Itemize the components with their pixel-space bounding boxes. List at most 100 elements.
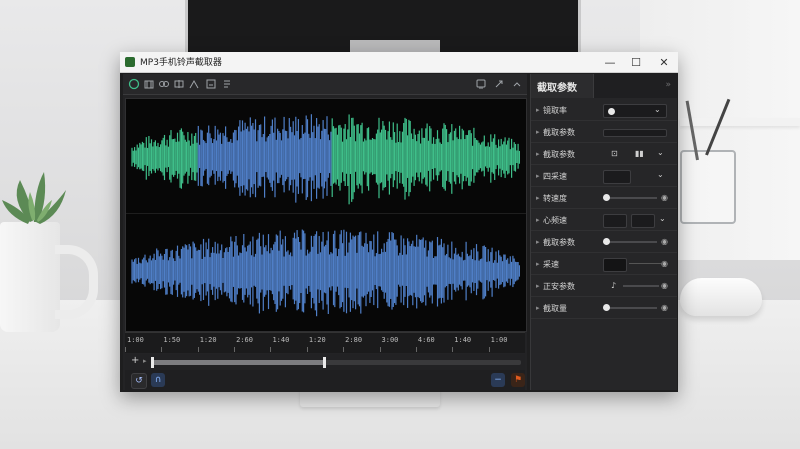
param-value-box[interactable] (603, 170, 631, 184)
collapse-icon[interactable] (511, 78, 523, 90)
param-row[interactable]: ▸ 转速度 ◉ (531, 188, 677, 209)
merge-icon[interactable] (158, 78, 170, 90)
pin-icon[interactable] (493, 78, 505, 90)
close-button[interactable]: ✕ (650, 52, 678, 72)
time-tick-label: 1:20 (308, 336, 326, 344)
eye-icon[interactable]: ◉ (661, 259, 668, 268)
param-slider[interactable] (623, 285, 659, 287)
row-bullet-icon: ▸ (536, 282, 540, 290)
time-tick-mark (234, 347, 236, 352)
slider-knob[interactable] (603, 238, 610, 245)
param-slider[interactable] (603, 194, 657, 201)
panel-title: 截取参数 (537, 83, 577, 94)
time-tick-mark (197, 347, 199, 352)
chevron-down-icon: ⌄ (654, 105, 661, 114)
param-row[interactable]: ▸ 截取参数 ⊡ ▮▮ ⌄ (531, 144, 677, 165)
list-icon[interactable] (221, 78, 233, 90)
row-bullet-icon: ▸ (536, 128, 540, 136)
param-row[interactable]: ▸ 四采速 ⌄ (531, 166, 677, 187)
app-window: MP3手机铃声截取器 — ☐ ✕ 1:00 1:50 1:20 2:60 1:40 1:2… (120, 52, 678, 392)
chevron-down-icon[interactable]: ⌄ (657, 170, 664, 179)
eye-icon[interactable]: ◉ (661, 237, 668, 246)
panel-header: 截取参数 » (531, 74, 677, 98)
eye-icon[interactable]: ◉ (661, 281, 668, 290)
playback-progress-fill (151, 360, 325, 365)
time-tick-mark (488, 347, 490, 352)
param-label: 心频速 (543, 216, 567, 225)
waveform-area[interactable] (125, 98, 527, 332)
time-tick-label: 1:40 (272, 336, 290, 344)
scrub-row: + ▸ (125, 354, 525, 370)
eye-icon[interactable]: ◉ (661, 303, 668, 312)
param-label: 四采速 (543, 172, 567, 181)
param-slider[interactable] (603, 238, 657, 245)
param-row[interactable]: ▸ 镜取率 ⌄ (531, 100, 677, 121)
marker-flag-icon[interactable]: ⚑ (511, 373, 525, 387)
time-ruler[interactable]: 1:00 1:50 1:20 2:60 1:40 1:20 2:80 3:00 4:60 1:40… (125, 332, 525, 353)
pen-cup (680, 150, 736, 224)
window-title: MP3手机铃声截取器 (140, 58, 222, 68)
export-icon[interactable] (205, 78, 217, 90)
slider-knob[interactable] (603, 194, 610, 201)
time-tick-mark (415, 347, 417, 352)
param-value-box[interactable] (603, 258, 627, 272)
chevron-down-icon[interactable]: ⌄ (659, 214, 666, 223)
minimize-button[interactable]: — (596, 52, 624, 72)
cut-icon[interactable] (143, 78, 155, 90)
param-row[interactable]: ▸ 截取量 ◉ (531, 298, 677, 319)
title-bar: MP3手机铃声截取器 — ☐ ✕ (120, 52, 678, 73)
param-icon-box[interactable] (631, 214, 655, 228)
param-label: 截取参数 (543, 128, 575, 137)
selection-end-handle[interactable] (322, 357, 326, 368)
time-tick-mark (343, 347, 345, 352)
editor-toolbar (123, 74, 527, 95)
waveform-editor: 1:00 1:50 1:20 2:60 1:40 1:20 2:80 3:00 4:60 1:40… (123, 74, 527, 390)
zoom-out-icon[interactable]: − (491, 373, 505, 387)
row-bullet-icon: ▸ (536, 238, 540, 246)
bottom-toolbar: ↺ ∩ − ⚑ (125, 370, 525, 390)
param-row[interactable]: ▸ 截取参数 (531, 122, 677, 143)
param-row[interactable]: ▸ 采速 ◉ (531, 254, 677, 275)
param-row[interactable]: ▸ 心频速 ⌄ (531, 210, 677, 231)
row-bullet-icon: ▸ (536, 260, 540, 268)
param-dropdown[interactable]: ⌄ (603, 104, 667, 118)
loop-icon[interactable]: ↺ (131, 373, 147, 389)
param-label: 镜取率 (543, 106, 567, 115)
note-icon[interactable]: ♪ (611, 281, 616, 290)
bars-icon[interactable]: ▮▮ (635, 149, 644, 158)
marker-arrow-icon: ▸ (143, 357, 147, 365)
split-icon[interactable] (173, 78, 185, 90)
param-row[interactable]: ▸ 截取参数 ◉ (531, 232, 677, 253)
time-tick-mark (452, 347, 454, 352)
param-row[interactable]: ▸ 正安参数 ♪ ◉ (531, 276, 677, 297)
settings-icon[interactable] (475, 78, 487, 90)
time-tick-mark (125, 347, 126, 352)
selection-start-handle[interactable] (151, 357, 154, 368)
param-label: 截取参数 (543, 150, 575, 159)
time-tick-label: 1:00 (490, 336, 508, 344)
param-label: 正安参数 (543, 282, 575, 291)
time-tick-mark (161, 347, 163, 352)
panel-collapse-icon[interactable]: » (665, 80, 671, 90)
maximize-button[interactable]: ☐ (622, 52, 650, 72)
add-marker-button[interactable]: + (131, 355, 139, 366)
param-icon-box[interactable] (603, 214, 627, 228)
chevron-down-icon[interactable]: ⌄ (657, 148, 664, 157)
screen-icon[interactable]: ⊡ (611, 149, 618, 158)
row-bullet-icon: ▸ (536, 304, 540, 312)
param-bar[interactable] (603, 129, 667, 137)
row-bullet-icon: ▸ (536, 172, 540, 180)
row-bullet-icon: ▸ (536, 150, 540, 158)
time-tick-label: 1:40 (454, 336, 472, 344)
headphones-icon[interactable]: ∩ (151, 373, 165, 387)
time-tick-label: 1:50 (163, 336, 181, 344)
fade-icon[interactable] (188, 78, 200, 90)
time-tick-label: 2:80 (345, 336, 363, 344)
slider-knob[interactable] (603, 304, 610, 311)
param-slider[interactable] (603, 304, 657, 311)
waveform-canvas[interactable] (126, 99, 526, 331)
waveform-icon[interactable] (128, 78, 140, 90)
eye-icon[interactable]: ◉ (661, 193, 668, 202)
playback-progress-track[interactable] (151, 357, 521, 368)
param-label: 截取参数 (543, 238, 575, 247)
